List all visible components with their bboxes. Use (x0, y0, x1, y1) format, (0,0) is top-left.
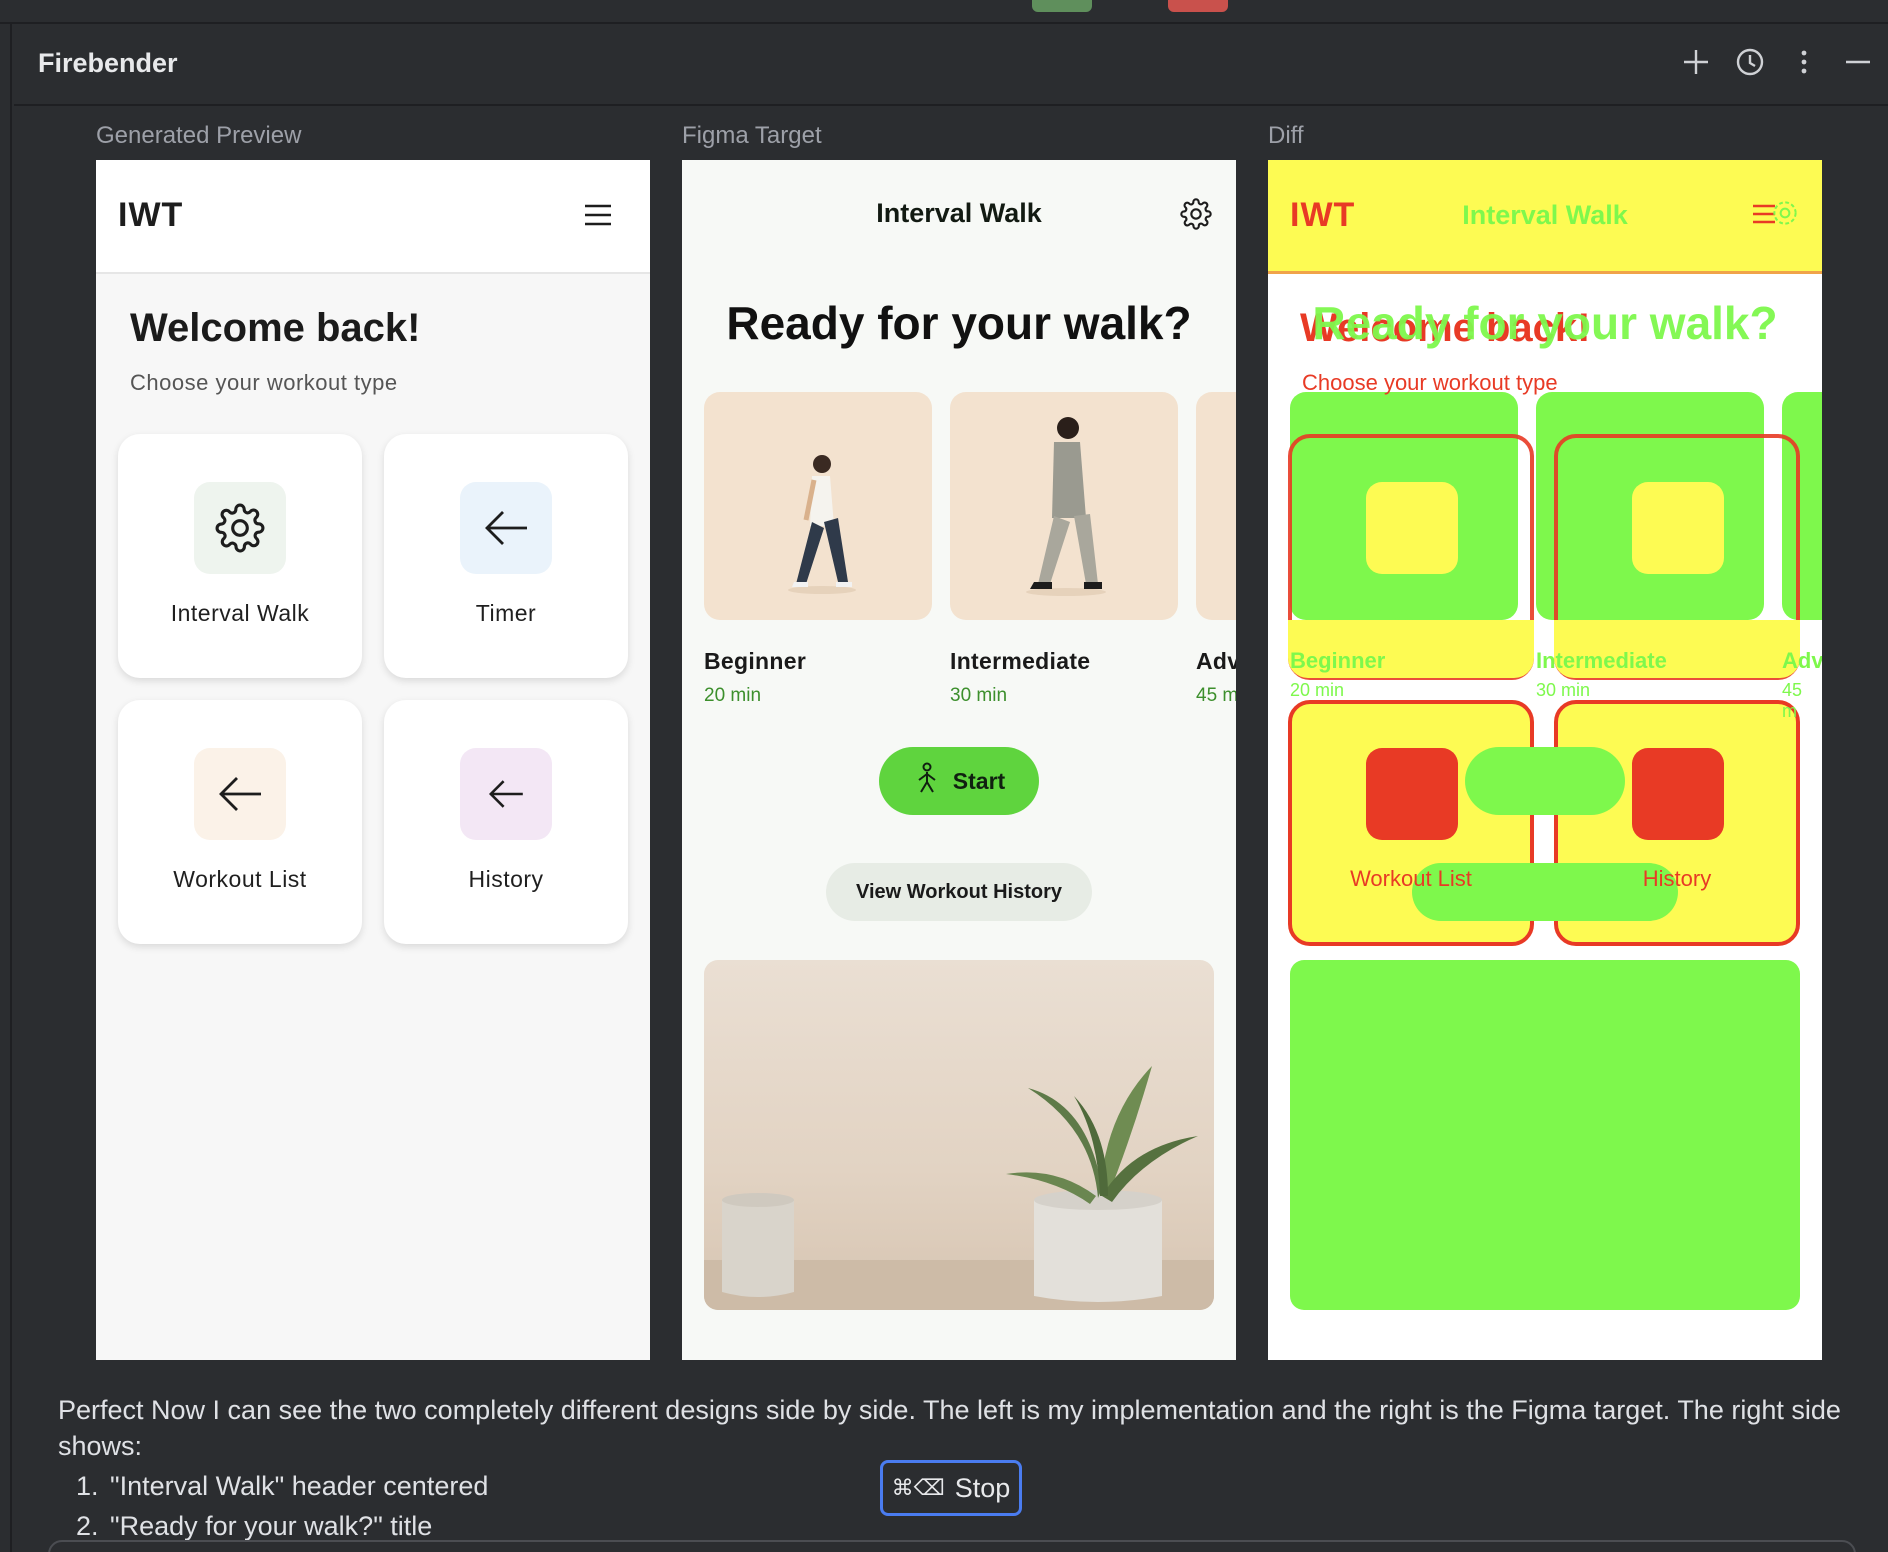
arrow-left-icon (194, 748, 286, 840)
diff-tile-label: Interval Walk (1347, 600, 1475, 625)
tile-label: Timer (475, 600, 537, 626)
diff-level-name: Intermediate (1536, 648, 1667, 673)
list-item: 1. "Interval Walk" header centered (76, 1471, 489, 1501)
diff-tile-icon (1632, 748, 1724, 840)
walker-illustration (950, 392, 1178, 620)
diff-level-name: Adv (1782, 648, 1822, 673)
header-actions (1678, 44, 1876, 80)
level-card-intermediate[interactable]: Intermediate 30 min (950, 392, 1178, 707)
start-button[interactable]: Start (879, 747, 1039, 815)
tool-window-title: Firebender (38, 48, 178, 78)
diff-panel: IWT Interval Walk Welcome back! Ready fo… (1268, 160, 1822, 1360)
level-name: Intermediate (950, 648, 1091, 674)
welcome-title: Welcome back! (130, 306, 421, 350)
settings-gear-icon[interactable] (1180, 198, 1212, 235)
history-icon[interactable] (1732, 44, 1768, 80)
assistant-list: 1. "Interval Walk" header centered 2. "Rea… (76, 1466, 488, 1546)
tool-window-header: Firebender (14, 26, 1888, 106)
preview-brand: IWT (118, 196, 184, 234)
run-indicator[interactable] (1032, 0, 1092, 12)
diff-tile-label: Timer (1649, 600, 1705, 625)
plus-icon[interactable] (1678, 44, 1714, 80)
walking-person-icon (913, 762, 941, 800)
tile-label: Workout List (173, 866, 307, 892)
diff-title-target: Ready for your walk? (1312, 297, 1778, 349)
level-duration: 45 m (1196, 685, 1236, 706)
diff-level-duration: 30 min (1536, 680, 1591, 700)
diff-tile-icon (1366, 482, 1458, 574)
minimize-icon[interactable] (1840, 44, 1876, 80)
diff-tile-label: History (1642, 866, 1712, 891)
figma-header-title: Interval Walk (876, 198, 1042, 228)
walker-illustration (704, 392, 932, 620)
diff-photo-block (1290, 960, 1800, 1310)
diff-gear-icon (1770, 198, 1800, 233)
welcome-subtitle: Choose your workout type (130, 370, 398, 395)
ready-title: Ready for your walk? (726, 297, 1192, 349)
tile-workout-list[interactable]: Workout List (118, 700, 362, 944)
plant-photo (704, 960, 1214, 1310)
diff-tile-icon (1632, 482, 1724, 574)
diff-subtitle: Choose your workout type (1302, 370, 1558, 395)
level-name: Adv (1196, 648, 1236, 674)
diff-start-button (1465, 747, 1625, 815)
diff-level-duration: 20 min (1290, 680, 1345, 700)
stop-shortcut: ⌘⌫ (891, 1475, 945, 1500)
tile-label: History (468, 866, 544, 892)
tile-label: Interval Walk (170, 600, 310, 626)
level-name: Beginner (704, 648, 807, 674)
arrow-left-icon (460, 748, 552, 840)
hamburger-menu-icon[interactable] (584, 204, 612, 231)
gear-icon (194, 482, 286, 574)
stop-button-label: Stop (954, 1472, 1011, 1503)
figma-target-panel: Interval Walk Ready for your walk? Begin… (682, 160, 1236, 1360)
caption-diff: Diff (1268, 122, 1304, 149)
assistant-message: Perfect Now I can see the two completely… (58, 1395, 1841, 1461)
start-button-label: Start (952, 767, 1006, 794)
level-card-advanced[interactable]: Adv 45 m (1196, 392, 1236, 707)
diff-level-name: Beginner (1290, 648, 1386, 673)
level-card-beginner[interactable]: Beginner 20 min (704, 392, 932, 707)
level-duration: 20 min (704, 685, 762, 706)
tile-timer[interactable]: Timer (384, 434, 628, 678)
top-strip (0, 0, 1888, 24)
chat-input-box[interactable] (48, 1540, 1856, 1552)
diff-tile-icon (1366, 748, 1458, 840)
tile-interval-walk[interactable]: Interval Walk (118, 434, 362, 678)
left-rail (0, 24, 12, 1552)
caption-figma-target: Figma Target (682, 122, 822, 149)
stop-indicator[interactable] (1168, 0, 1228, 12)
caption-generated-preview: Generated Preview (96, 122, 302, 149)
walker-illustration (1196, 392, 1236, 620)
arrow-left-icon (460, 482, 552, 574)
level-duration: 30 min (950, 685, 1008, 706)
view-workout-history-button[interactable]: View Workout History (826, 863, 1092, 921)
diff-tile-label: Workout List (1350, 866, 1472, 891)
diff-level-duration: 45 m (1782, 680, 1803, 721)
tile-history[interactable]: History (384, 700, 628, 944)
stop-button[interactable]: ⌘⌫ Stop (880, 1460, 1022, 1516)
preview-app-bar: IWT (96, 160, 650, 274)
more-vert-icon[interactable] (1786, 44, 1822, 80)
diff-header-title: Interval Walk (1462, 200, 1628, 230)
generated-preview-panel: IWT Welcome back! Choose your workout ty… (96, 160, 650, 1360)
